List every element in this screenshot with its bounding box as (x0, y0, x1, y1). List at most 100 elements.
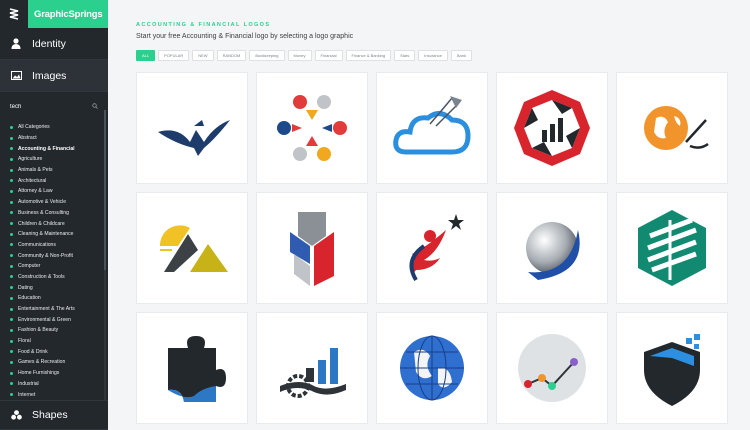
logo-tile[interactable] (136, 312, 248, 424)
camera-chart-icon (514, 90, 590, 166)
brand-logo-icon (0, 0, 28, 28)
logo-tile[interactable] (616, 192, 728, 304)
category-item[interactable]: Abstract (10, 133, 108, 144)
logo-tile[interactable] (256, 192, 368, 304)
bullet-icon (10, 179, 13, 183)
nav-shapes-label: Shapes (32, 409, 68, 421)
shield-check-icon (644, 334, 700, 406)
filter-chip[interactable]: POPULAR (158, 50, 190, 61)
category-item[interactable]: Dating (10, 282, 108, 293)
nav-identity-label: Identity (32, 37, 66, 50)
category-label: All Categories (18, 124, 50, 131)
category-label: Computer (18, 263, 41, 270)
category-label: Architectural (18, 177, 47, 184)
category-label: Fashion & Beauty (18, 327, 59, 334)
sidebar-scrollbar[interactable] (104, 110, 106, 400)
filter-chip[interactable]: Bank (450, 50, 472, 61)
category-item[interactable]: Internet (10, 389, 108, 400)
logo-tile[interactable] (136, 192, 248, 304)
filter-bar: ALL POPULAR NEW RANDOM Bookkeeping Money Finan… (136, 50, 750, 61)
bullet-icon (10, 189, 13, 193)
image-icon (10, 70, 22, 82)
category-label: Floral (18, 338, 31, 345)
logo-tile[interactable] (376, 72, 488, 184)
logo-tile[interactable] (496, 192, 608, 304)
bullet-icon (10, 350, 13, 354)
filter-chip[interactable]: Stats (394, 50, 416, 61)
filter-chip[interactable]: Finance & Banking (345, 50, 392, 61)
line-graph-icon (518, 334, 586, 402)
search-icon[interactable] (92, 103, 98, 111)
filter-chip[interactable]: RANDOM (216, 50, 247, 61)
filter-chip[interactable]: Bookkeeping (249, 50, 285, 61)
search-input[interactable] (10, 104, 80, 110)
category-label: Games & Recreation (18, 359, 66, 366)
filter-chip[interactable]: Financial (314, 50, 343, 61)
app-root: GraphicSprings Identity Images All Categ… (0, 0, 750, 430)
bullet-icon (10, 393, 13, 397)
bullet-icon (10, 200, 13, 204)
category-item[interactable]: Agriculture (10, 154, 108, 165)
category-item[interactable]: Games & Recreation (10, 357, 108, 368)
bullet-icon (10, 371, 13, 375)
nav-shapes[interactable]: Shapes (0, 400, 108, 430)
category-label: Communications (18, 241, 56, 248)
flag-ribbon-icon (290, 212, 334, 286)
bullet-icon (10, 147, 13, 151)
category-item[interactable]: Animals & Pets (10, 165, 108, 176)
logo-tile[interactable] (496, 312, 608, 424)
shapes-icon (10, 409, 22, 421)
logo-tile[interactable] (496, 72, 608, 184)
category-label: Community & Non-Profit (18, 252, 73, 259)
earth-globe-icon (400, 335, 464, 401)
filter-chip[interactable]: Insurance (418, 50, 448, 61)
category-item[interactable]: Industrial (10, 379, 108, 390)
category-item[interactable]: Children & Childcare (10, 218, 108, 229)
logo-tile[interactable] (376, 192, 488, 304)
page-title: Accounting & Financial Logos (136, 22, 271, 28)
category-item[interactable]: Food & Drink (10, 346, 108, 357)
category-label: Industrial (18, 380, 39, 387)
category-item[interactable]: Automotive & Vehicle (10, 197, 108, 208)
category-item[interactable]: Architectural (10, 175, 108, 186)
filter-chip[interactable]: NEW (192, 50, 214, 61)
brand-bar[interactable]: GraphicSprings (0, 0, 108, 28)
logo-tile[interactable] (256, 312, 368, 424)
figure-star-icon (409, 214, 464, 282)
category-item[interactable]: Education (10, 293, 108, 304)
nav-images[interactable]: Images (0, 60, 108, 92)
sidebar-scroll-thumb[interactable] (104, 110, 106, 270)
category-item[interactable]: Construction & Tools (10, 272, 108, 283)
logo-tile[interactable] (616, 72, 728, 184)
logo-tile[interactable] (616, 312, 728, 424)
logo-tile[interactable] (136, 72, 248, 184)
bullet-icon (10, 168, 13, 172)
category-item[interactable]: Cleaning & Maintenance (10, 229, 108, 240)
category-item[interactable]: Attorney & Law (10, 186, 108, 197)
logo-tile[interactable] (376, 312, 488, 424)
category-label: Animals & Pets (18, 167, 53, 174)
bullet-icon (10, 307, 13, 311)
category-item[interactable]: Fashion & Beauty (10, 325, 108, 336)
category-label: Internet (18, 391, 36, 398)
logo-tile[interactable] (256, 72, 368, 184)
filter-chip[interactable]: ALL (136, 50, 156, 61)
category-item[interactable]: Floral (10, 336, 108, 347)
category-item[interactable]: Business & Consulting (10, 208, 108, 219)
category-item[interactable]: All Categories (10, 122, 108, 133)
nav-identity[interactable]: Identity (0, 28, 108, 60)
person-icon (10, 38, 22, 50)
bullet-icon (10, 243, 13, 247)
page-subtitle: Start your free Accounting & Financial l… (136, 33, 354, 40)
category-item[interactable]: Entertainment & The Arts (10, 304, 108, 315)
filter-chip[interactable]: Money (287, 50, 312, 61)
category-item[interactable]: Communications (10, 240, 108, 251)
category-item[interactable]: Community & Non-Profit (10, 250, 108, 261)
bullet-icon (10, 296, 13, 300)
bullet-icon (10, 157, 13, 161)
category-item[interactable]: Accounting & Financial (10, 143, 108, 154)
category-item[interactable]: Computer (10, 261, 108, 272)
category-label: Education (18, 295, 41, 302)
category-item[interactable]: Home Furnishings (10, 368, 108, 379)
category-item[interactable]: Environmental & Green (10, 314, 108, 325)
